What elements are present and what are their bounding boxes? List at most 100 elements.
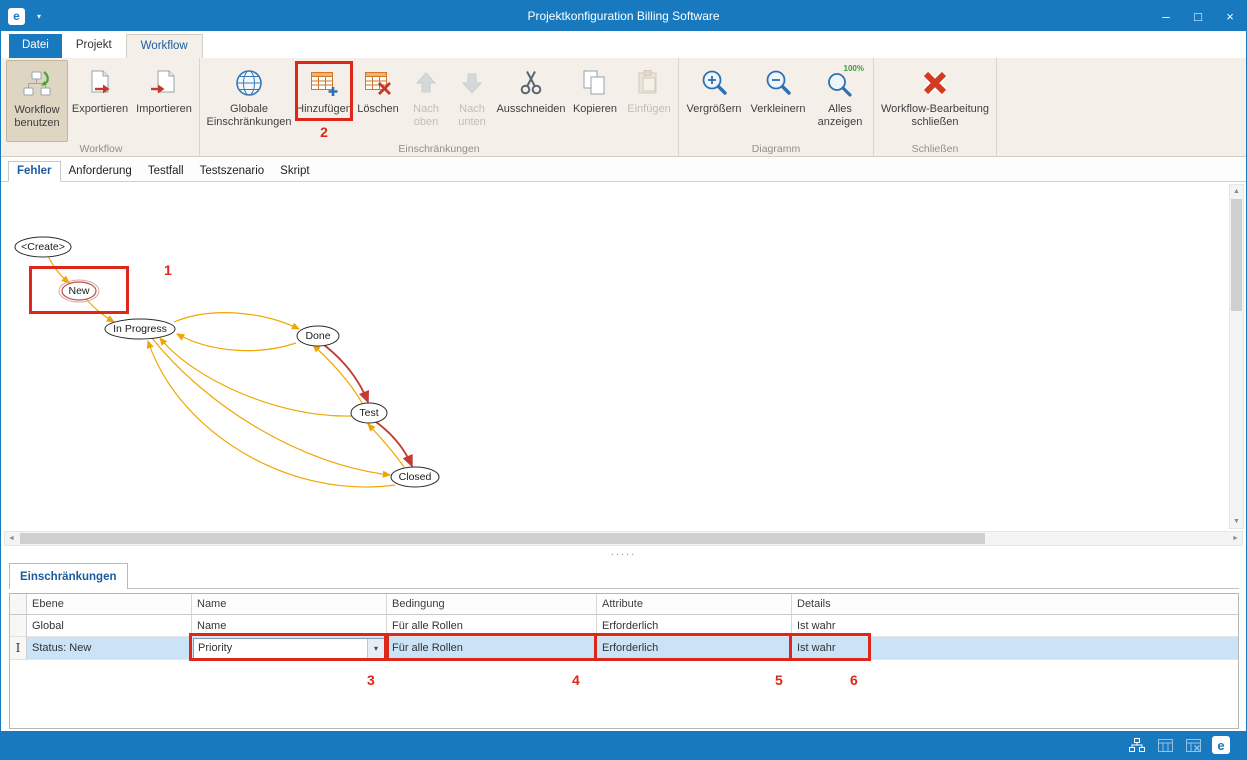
tab-workflow[interactable]: Workflow <box>126 34 203 58</box>
button-label: Workflow-Bearbeitung schließen <box>877 103 993 128</box>
column-header-name[interactable]: Name <box>192 594 387 615</box>
verkleinern-button[interactable]: Verkleinern <box>746 60 810 142</box>
table-close-status-icon[interactable] <box>1184 736 1202 754</box>
maximize-button[interactable]: □ <box>1182 1 1214 31</box>
tab-datei[interactable]: Datei <box>9 34 62 58</box>
column-header-ebene[interactable]: Ebene <box>27 594 192 615</box>
tab-testszenario[interactable]: Testszenario <box>192 162 273 181</box>
workflow-use-icon <box>22 66 52 102</box>
cell-attribute[interactable]: Erforderlich <box>597 615 792 637</box>
ribbon-group-workflow: Workflow benutzen Exportieren <box>3 58 200 156</box>
close-red-icon <box>919 65 951 101</box>
table-row-global[interactable]: Global Name Für alle Rollen Erforderlich… <box>10 615 1238 637</box>
scroll-down-arrow-icon[interactable]: ▼ <box>1230 515 1243 528</box>
scroll-left-arrow-icon[interactable]: ◄ <box>5 532 18 545</box>
tab-testfall[interactable]: Testfall <box>140 162 192 181</box>
cell-attribute[interactable]: Erforderlich <box>597 637 792 660</box>
cell-details[interactable]: Ist wahr <box>792 637 1238 660</box>
column-header-attribute[interactable]: Attribute <box>597 594 792 615</box>
ribbon-group-schliessen: Workflow-Bearbeitung schließen Schließen <box>874 58 997 156</box>
window-controls: – □ × <box>1150 1 1246 31</box>
ribbon-group-schliessen-buttons: Workflow-Bearbeitung schließen <box>877 60 993 142</box>
panel-splitter[interactable]: ..... <box>1 547 1246 563</box>
node-in-progress-label: In Progress <box>113 323 167 335</box>
status-bar: e <box>1 731 1246 759</box>
ausschneiden-button[interactable]: Ausschneiden <box>495 60 567 142</box>
kopieren-button[interactable]: Kopieren <box>567 60 623 142</box>
button-label: Exportieren <box>72 103 128 116</box>
tab-fehler[interactable]: Fehler <box>8 161 61 182</box>
exportieren-button[interactable]: Exportieren <box>68 60 132 142</box>
scissors-icon <box>516 65 546 101</box>
cell-bedingung[interactable]: Für alle Rollen <box>387 615 597 637</box>
window-title: Projektkonfiguration Billing Software <box>1 9 1246 23</box>
arrow-down-icon <box>457 65 487 101</box>
cell-bedingung[interactable]: Für alle Rollen <box>387 637 597 660</box>
vergroessern-button[interactable]: Vergrößern <box>682 60 746 142</box>
cell-name[interactable]: Name <box>192 615 387 637</box>
node-done[interactable]: Done <box>297 326 339 346</box>
tab-anforderung[interactable]: Anforderung <box>61 162 140 181</box>
node-test-label: Test <box>359 407 378 419</box>
splitter-dots: ..... <box>611 546 636 558</box>
tab-projekt[interactable]: Projekt <box>62 34 126 58</box>
app-logo-small-icon[interactable]: e <box>1212 736 1230 754</box>
edge-done-inprogress <box>177 334 296 351</box>
edge-inprogress-closed <box>152 338 390 475</box>
tab-einschraenkungen[interactable]: Einschränkungen <box>9 563 128 589</box>
diagram-canvas[interactable]: <Create> New In Progress Done Test C <box>2 182 1245 547</box>
combobox-dropdown-button[interactable]: ▾ <box>367 639 384 658</box>
ribbon: Workflow benutzen Exportieren <box>1 58 1246 157</box>
table-add-icon <box>309 65 339 101</box>
globale-einschraenkungen-button[interactable]: Globale Einschränkungen <box>203 60 295 142</box>
table-status-icon[interactable] <box>1156 736 1174 754</box>
node-in-progress[interactable]: In Progress <box>105 319 175 339</box>
app-logo-icon[interactable]: e <box>8 8 25 25</box>
cell-name: Priority ▾ <box>192 637 387 660</box>
row-selector[interactable] <box>10 615 27 637</box>
einfuegen-button: Einfügen <box>623 60 675 142</box>
vertical-scrollbar[interactable]: ▲ ▼ <box>1229 184 1244 529</box>
alles-anzeigen-button[interactable]: 100% Alles anzeigen <box>810 60 870 142</box>
scroll-up-arrow-icon[interactable]: ▲ <box>1230 185 1243 198</box>
workflow-benutzen-button[interactable]: Workflow benutzen <box>6 60 68 142</box>
name-combobox[interactable]: Priority ▾ <box>193 638 385 659</box>
tab-skript[interactable]: Skript <box>272 162 317 181</box>
zoom-in-icon <box>699 65 729 101</box>
horizontal-scroll-thumb[interactable] <box>20 533 985 544</box>
loeschen-button[interactable]: Löschen <box>353 60 403 142</box>
button-label: Löschen <box>357 103 399 116</box>
horizontal-scrollbar[interactable]: ◄ ► <box>4 531 1243 546</box>
node-new[interactable]: New <box>59 280 99 302</box>
column-header-details[interactable]: Details <box>792 594 1238 615</box>
group-label-diagramm: Diagramm <box>679 143 873 155</box>
ribbon-group-einschraenkungen-buttons: Globale Einschränkungen Hinzufügen 2 <box>203 60 675 142</box>
scroll-right-arrow-icon[interactable]: ► <box>1229 532 1242 545</box>
column-header-bedingung[interactable]: Bedingung <box>387 594 597 615</box>
cell-details[interactable]: Ist wahr <box>792 615 1238 637</box>
vertical-scroll-thumb[interactable] <box>1231 199 1242 311</box>
node-test[interactable]: Test <box>351 403 387 423</box>
app-window: e ▾ Projektkonfiguration Billing Softwar… <box>0 0 1247 760</box>
workflow-status-icon[interactable] <box>1128 736 1146 754</box>
minimize-button[interactable]: – <box>1150 1 1182 31</box>
row-selector-editing[interactable]: I <box>10 637 27 660</box>
table-delete-icon <box>363 65 393 101</box>
group-label-workflow: Workflow <box>3 143 199 155</box>
node-closed[interactable]: Closed <box>391 467 439 487</box>
button-label: Alles anzeigen <box>810 103 870 128</box>
document-tab-bar: Fehler Anforderung Testfall Testszenario… <box>1 157 1246 182</box>
row-selector-header[interactable] <box>10 594 27 615</box>
button-label: Globale Einschränkungen <box>203 103 295 128</box>
combobox-value: Priority <box>194 642 367 654</box>
edge-done-test <box>324 345 368 402</box>
node-create[interactable]: <Create> <box>15 237 71 257</box>
hinzufuegen-button[interactable]: Hinzufügen 2 <box>295 60 353 142</box>
cell-ebene[interactable]: Global <box>27 615 192 637</box>
close-button[interactable]: × <box>1214 1 1246 31</box>
quick-access-chevron-icon[interactable]: ▾ <box>37 12 41 21</box>
importieren-button[interactable]: Importieren <box>132 60 196 142</box>
cell-ebene[interactable]: Status: New <box>27 637 192 660</box>
table-row-status-new[interactable]: I Status: New Priority ▾ Für alle Rollen… <box>10 637 1238 660</box>
workflow-bearbeitung-schliessen-button[interactable]: Workflow-Bearbeitung schließen <box>877 60 993 142</box>
